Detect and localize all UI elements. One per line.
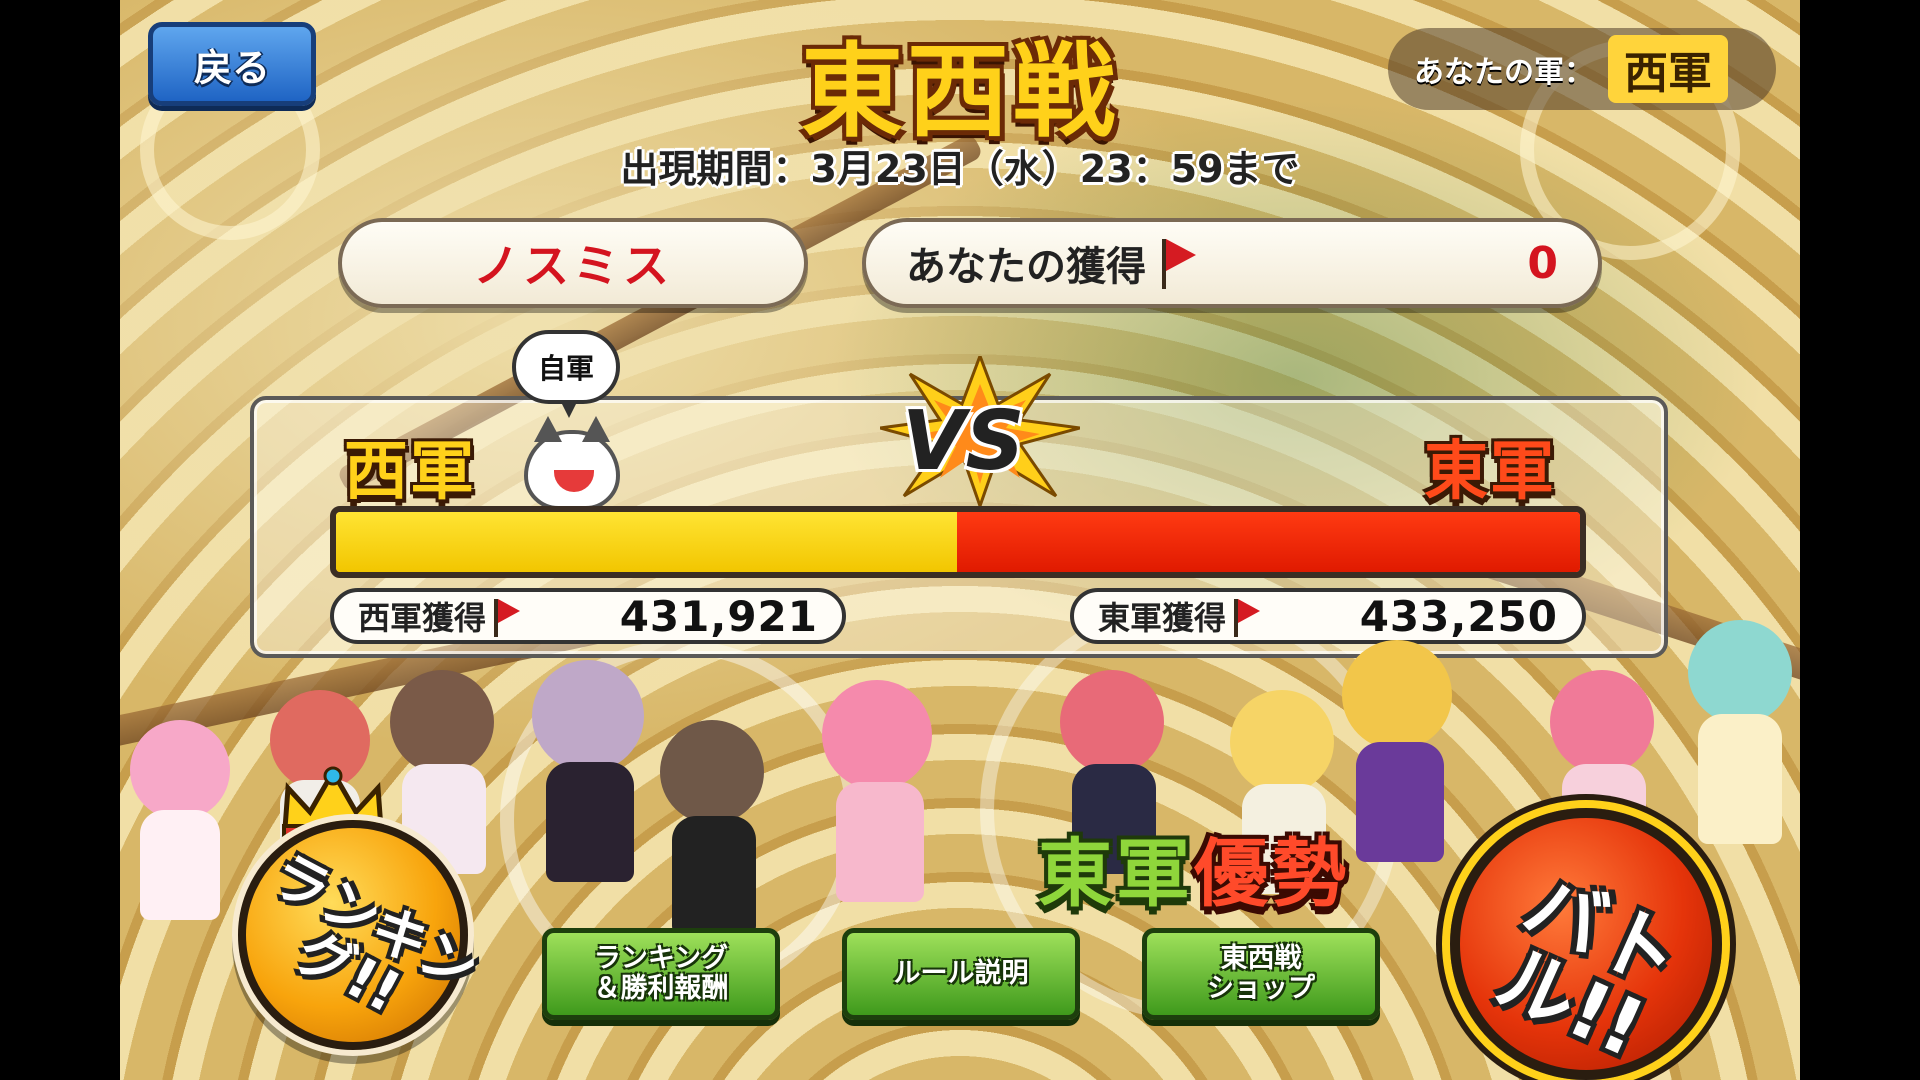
cat-mascot-icon — [524, 416, 620, 510]
rules-button[interactable]: ルール説明 — [842, 928, 1080, 1020]
game-screen: 戻る 東西戦 出現期間：3月23日（水）23：59まで あなたの軍： 西軍 ノス… — [120, 0, 1800, 1080]
character-sprite — [1330, 630, 1470, 870]
character-sprite — [520, 650, 660, 890]
player-name-panel: ノスミス — [338, 218, 808, 308]
vs-label: VS — [902, 394, 1025, 489]
own-army-bubble: 自軍 — [512, 330, 620, 418]
battle-button-label: バトル!! — [1483, 859, 1693, 1076]
your-army-value: 西軍 — [1608, 35, 1728, 103]
your-earned-label: あなたの獲得 — [906, 244, 1146, 290]
ranking-button-label: ランキング!! — [260, 841, 488, 1027]
event-period: 出現期間：3月23日（水）23：59まで — [620, 147, 1300, 191]
character-sprite — [650, 720, 780, 950]
flag-icon — [1232, 595, 1262, 637]
flag-icon — [492, 595, 522, 637]
west-score-value: 431,921 — [619, 591, 818, 641]
your-army-indicator: あなたの軍： 西軍 — [1388, 28, 1776, 110]
east-score-fill — [957, 512, 1580, 572]
east-score-panel: 東軍獲得 433,250 — [1070, 588, 1586, 644]
your-earned-value: 0 — [1527, 237, 1558, 289]
west-score-fill — [336, 512, 957, 572]
battle-button[interactable]: バトル!! — [1450, 808, 1722, 1080]
advantage-status: 東軍優勢 — [1038, 814, 1350, 921]
character-sprite — [1680, 610, 1800, 870]
advantage-word: 優勢 — [1194, 831, 1350, 917]
east-army-label: 東軍 — [1424, 435, 1556, 509]
character-sprite — [810, 670, 950, 910]
east-score-label: 東軍獲得 — [1098, 599, 1227, 637]
advantage-army: 東軍 — [1038, 831, 1194, 917]
ranking-rewards-button[interactable]: ランキング ＆勝利報酬 — [542, 928, 780, 1020]
player-name: ノスミス — [473, 239, 673, 293]
score-balance-bar — [330, 506, 1586, 578]
west-army-label: 西軍 — [344, 435, 476, 509]
flag-icon — [1160, 235, 1196, 291]
west-score-label: 西軍獲得 — [358, 599, 487, 637]
shop-button[interactable]: 東西戦 ショップ — [1142, 928, 1380, 1020]
your-earned-panel: あなたの獲得 0 — [862, 218, 1602, 308]
your-army-label: あなたの軍： — [1414, 55, 1594, 90]
ranking-button[interactable]: ランキング!! — [238, 820, 488, 1050]
character-sprite — [120, 700, 240, 920]
west-score-panel: 西軍獲得 431,921 — [330, 588, 846, 644]
